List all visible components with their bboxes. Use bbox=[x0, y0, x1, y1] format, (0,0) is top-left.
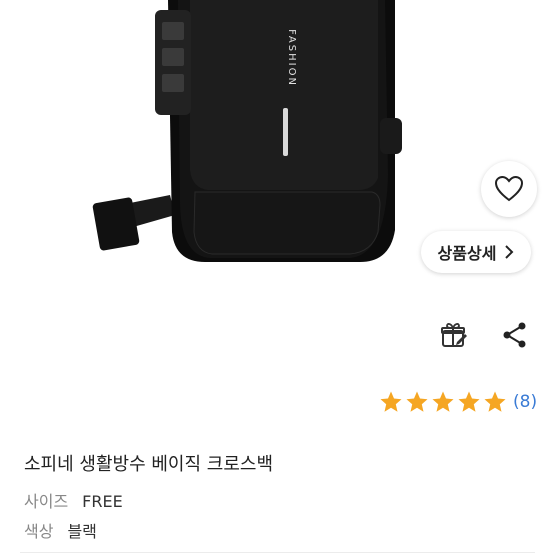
wishlist-button[interactable] bbox=[481, 161, 537, 217]
gift-icon bbox=[439, 320, 469, 350]
star-icon bbox=[379, 390, 403, 414]
divider bbox=[20, 552, 535, 553]
color-label: 색상 bbox=[24, 522, 54, 541]
product-detail-label: 상품상세 bbox=[437, 244, 497, 263]
size-spec: 사이즈 FREE bbox=[24, 488, 123, 512]
color-spec: 색상 블랙 bbox=[24, 518, 97, 542]
gift-button[interactable] bbox=[437, 318, 471, 352]
brand-text: FASHION bbox=[286, 29, 297, 87]
product-detail-button[interactable]: 상품상세 bbox=[421, 231, 531, 273]
product-title: 소피네 생활방수 베이직 크로스백 bbox=[24, 454, 274, 475]
star-icon bbox=[431, 390, 455, 414]
star-icon bbox=[405, 390, 429, 414]
heart-icon bbox=[494, 175, 524, 203]
chevron-right-icon bbox=[504, 244, 514, 260]
star-icon bbox=[483, 390, 507, 414]
star-icon bbox=[457, 390, 481, 414]
color-value: 블랙 bbox=[67, 522, 97, 541]
size-value: FREE bbox=[82, 492, 123, 511]
share-icon bbox=[502, 321, 528, 349]
review-count[interactable]: (8) bbox=[513, 392, 537, 412]
rating[interactable]: (8) bbox=[379, 388, 537, 416]
size-label: 사이즈 bbox=[24, 492, 69, 511]
share-button[interactable] bbox=[498, 318, 532, 352]
